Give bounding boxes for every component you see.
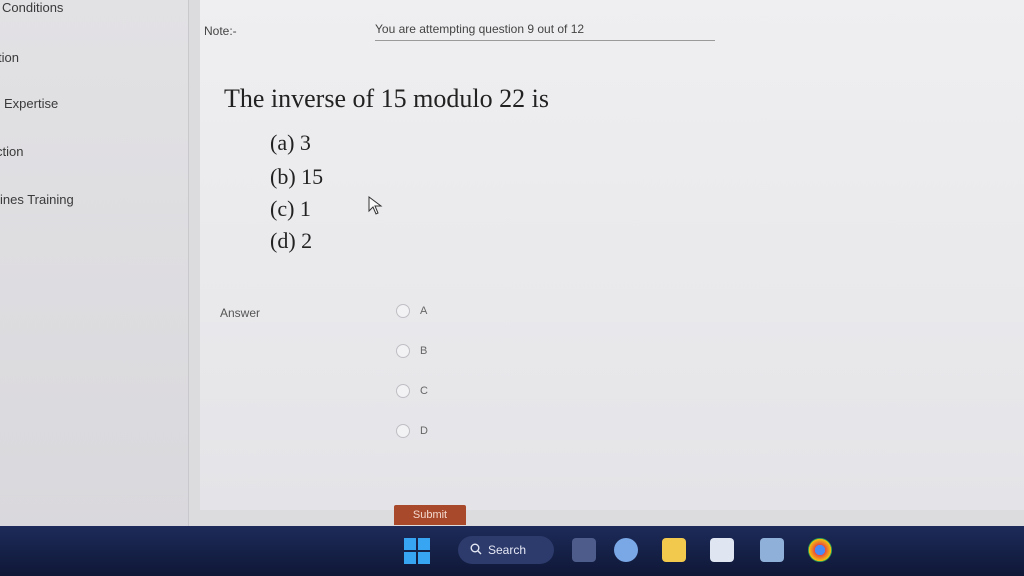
- store-icon[interactable]: [710, 538, 734, 562]
- mouse-cursor-icon: [368, 196, 384, 221]
- submit-button[interactable]: Submit: [394, 505, 466, 525]
- sidebar: Conditions tion Expertise ction ines Tra…: [0, 0, 189, 536]
- sidebar-item-ines-training[interactable]: ines Training: [0, 192, 74, 207]
- question-panel: Note:- You are attempting question 9 out…: [200, 0, 1024, 525]
- radio-c[interactable]: [396, 384, 410, 398]
- sidebar-item-expertise[interactable]: Expertise: [4, 96, 58, 111]
- question-option-d: (d) 2: [270, 228, 313, 253]
- radio-b[interactable]: [396, 344, 410, 358]
- windows-start-icon[interactable]: [404, 538, 430, 564]
- question-option-a: (a) 3: [270, 130, 311, 155]
- answer-choice-b[interactable]: B: [396, 344, 427, 358]
- note-label: Note:-: [204, 24, 237, 38]
- chat-icon[interactable]: [614, 538, 638, 562]
- answer-choice-label: D: [420, 425, 428, 437]
- answer-choice-label: C: [420, 385, 428, 397]
- question-option-b: (b) 15: [270, 164, 324, 189]
- sidebar-item-conditions[interactable]: Conditions: [2, 0, 63, 15]
- answer-choice-label: B: [420, 345, 428, 357]
- taskbar-search-label: Search: [488, 543, 527, 557]
- sidebar-item-ction[interactable]: ction: [0, 144, 23, 159]
- app-icon[interactable]: [760, 538, 784, 562]
- search-icon: [470, 543, 482, 558]
- answer-label: Answer: [220, 306, 261, 320]
- taskbar-search[interactable]: Search: [458, 536, 554, 564]
- task-view-icon[interactable]: [572, 538, 596, 562]
- answer-choice-c[interactable]: C: [396, 384, 428, 398]
- radio-a[interactable]: [396, 304, 410, 318]
- taskbar: Search: [0, 526, 1024, 576]
- file-explorer-icon[interactable]: [662, 538, 686, 562]
- answer-choice-d[interactable]: D: [396, 424, 428, 438]
- chrome-icon[interactable]: [808, 538, 832, 562]
- attempt-progress-text: You are attempting question 9 out of 12: [375, 22, 715, 41]
- sidebar-item-tion[interactable]: tion: [0, 50, 19, 65]
- answer-choice-label: A: [420, 305, 428, 317]
- answer-choice-a[interactable]: A: [396, 304, 427, 318]
- radio-d[interactable]: [396, 424, 410, 438]
- question-text: The inverse of 15 modulo 22 is: [224, 84, 549, 113]
- question-option-c: (c) 1: [270, 196, 311, 221]
